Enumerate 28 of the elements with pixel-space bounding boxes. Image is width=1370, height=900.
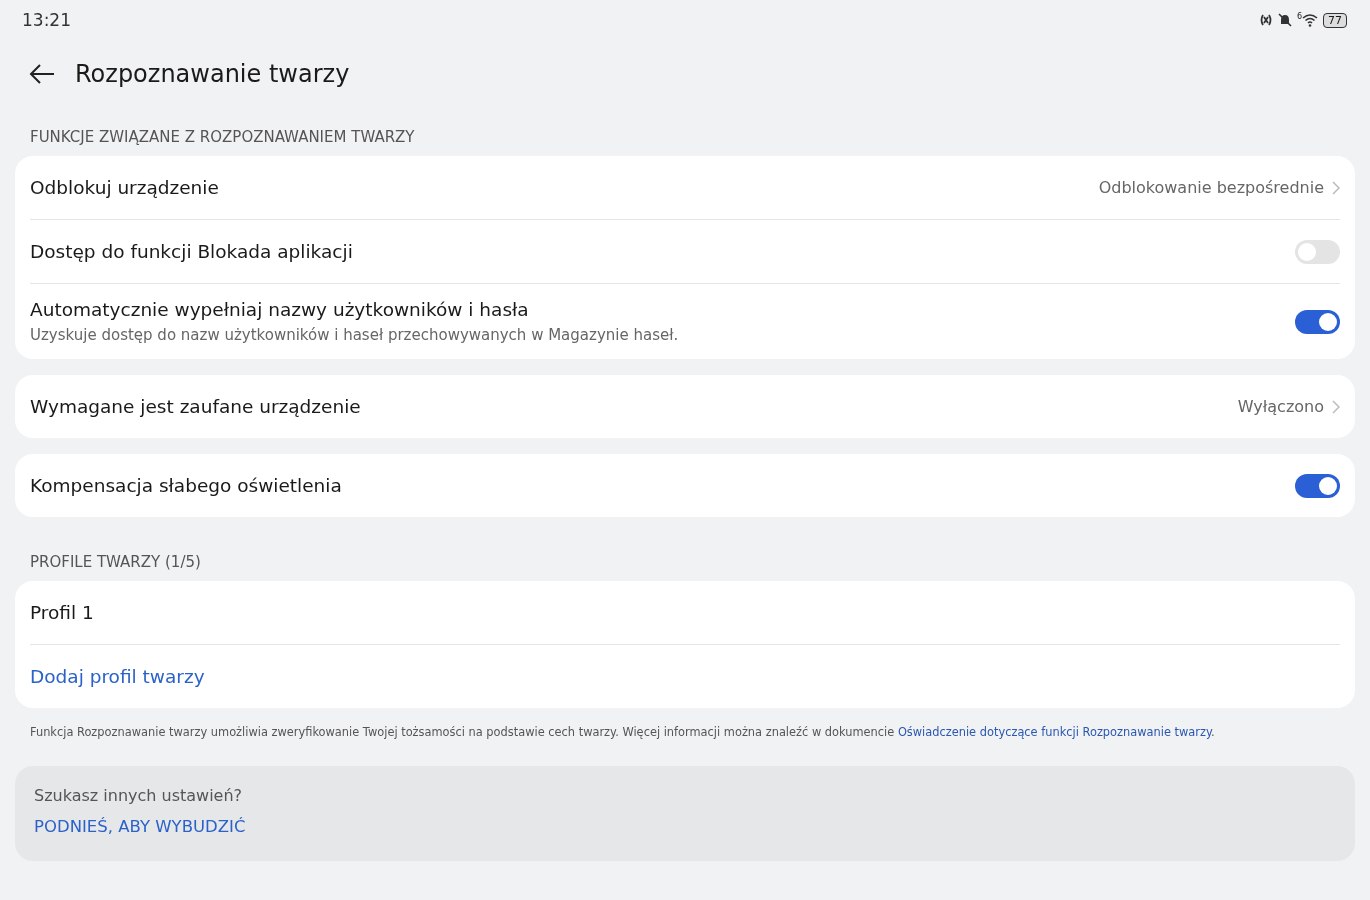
toggle-switch[interactable]	[1295, 239, 1340, 264]
chevron-right-icon	[1332, 180, 1340, 195]
page-title: Rozpoznawanie twarzy	[75, 60, 350, 88]
add-profile-link[interactable]: Dodaj profil twarzy	[30, 666, 1340, 687]
wifi-icon	[1302, 13, 1318, 27]
setting-label[interactable]: Kompensacja słabego oświetlenia	[30, 475, 1287, 496]
bell-muted-icon	[1277, 13, 1292, 27]
section-header: PROFILE TWARZY (1/5)	[29, 552, 202, 573]
vibrate-icon	[1258, 13, 1273, 27]
section-header: FUNKCJE ZWIĄZANE Z ROZPOZNAWANIEM TWARZY	[29, 127, 416, 148]
setting-label[interactable]: Profil 1	[30, 602, 1340, 623]
setting-value: Wyłączono	[1237, 397, 1324, 416]
chevron-right-icon	[1332, 399, 1340, 414]
setting-label[interactable]: Wymagane jest zaufane urządzenie	[30, 396, 1230, 417]
wifi-number-label: 6	[1296, 13, 1302, 21]
suggestion-link[interactable]: PODNIEŚ, ABY WYBUDZIĆ	[34, 817, 1336, 836]
back-button[interactable]	[29, 63, 55, 85]
toggle-switch[interactable]	[1295, 473, 1340, 498]
footnote-text: Funkcja Rozpoznawanie twarzy umożliwia zweryfikowanie Twojej tożsamości na podstawie cech twarzy. Więcej informacji można znaleźć w dokumencie Oświadczenie dotyczące funkcji Rozpoznawanie twarzy.	[30, 724, 1216, 740]
setting-label[interactable]: Odblokuj urządzenie	[30, 177, 1091, 198]
status-time: 13:21	[22, 10, 71, 30]
setting-label[interactable]: Automatycznie wypełniaj nazwy użytkowników i hasła	[30, 299, 1287, 320]
battery-icon: 77	[1323, 12, 1347, 28]
setting-description: Uzyskuje dostęp do nazw użytkowników i haseł przechowywanych w Magazynie haseł.	[30, 326, 680, 344]
setting-label[interactable]: Dostęp do funkcji Blokada aplikacji	[30, 241, 1287, 262]
setting-value: Odblokowanie bezpośrednie	[1098, 178, 1324, 197]
toggle-switch[interactable]	[1295, 309, 1340, 334]
suggestion-question: Szukasz innych ustawień?	[34, 786, 244, 805]
